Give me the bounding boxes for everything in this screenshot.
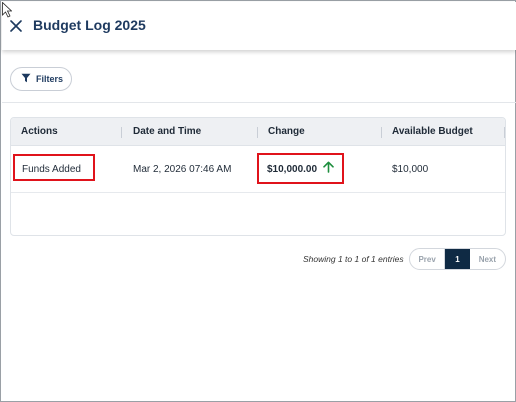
page-title: Budget Log 2025 bbox=[33, 17, 146, 33]
filters-button[interactable]: Filters bbox=[10, 67, 72, 91]
cell-available-budget: $10,000 bbox=[392, 164, 429, 175]
page-1-button[interactable]: 1 bbox=[445, 249, 470, 269]
pagination-summary: Showing 1 to 1 of 1 entries bbox=[303, 254, 404, 264]
next-page-button[interactable]: Next bbox=[470, 249, 505, 269]
filter-bar: Filters bbox=[2, 50, 516, 103]
filter-icon bbox=[21, 70, 31, 88]
filters-label: Filters bbox=[36, 74, 64, 84]
highlight-box-change bbox=[257, 153, 344, 184]
highlight-box-action bbox=[13, 154, 95, 181]
column-divider bbox=[504, 127, 505, 138]
close-button[interactable] bbox=[7, 15, 25, 37]
column-header-available-budget: Available Budget bbox=[392, 126, 473, 137]
pagination: Prev 1 Next bbox=[409, 248, 506, 270]
column-header-actions: Actions bbox=[21, 126, 58, 137]
column-header-date-time: Date and Time bbox=[133, 126, 202, 137]
prev-page-button[interactable]: Prev bbox=[410, 249, 446, 269]
table-header: Actions Date and Time Change Available B… bbox=[11, 118, 505, 146]
column-divider bbox=[381, 127, 382, 138]
column-divider bbox=[257, 127, 258, 138]
panel-header: Budget Log 2025 bbox=[2, 1, 516, 50]
column-divider bbox=[121, 127, 122, 138]
budget-log-panel: Budget Log 2025 Filters Actions Date and… bbox=[0, 0, 516, 402]
cell-date-time: Mar 2, 2026 07:46 AM bbox=[133, 164, 232, 175]
close-icon bbox=[10, 20, 22, 32]
column-header-change: Change bbox=[268, 126, 305, 137]
